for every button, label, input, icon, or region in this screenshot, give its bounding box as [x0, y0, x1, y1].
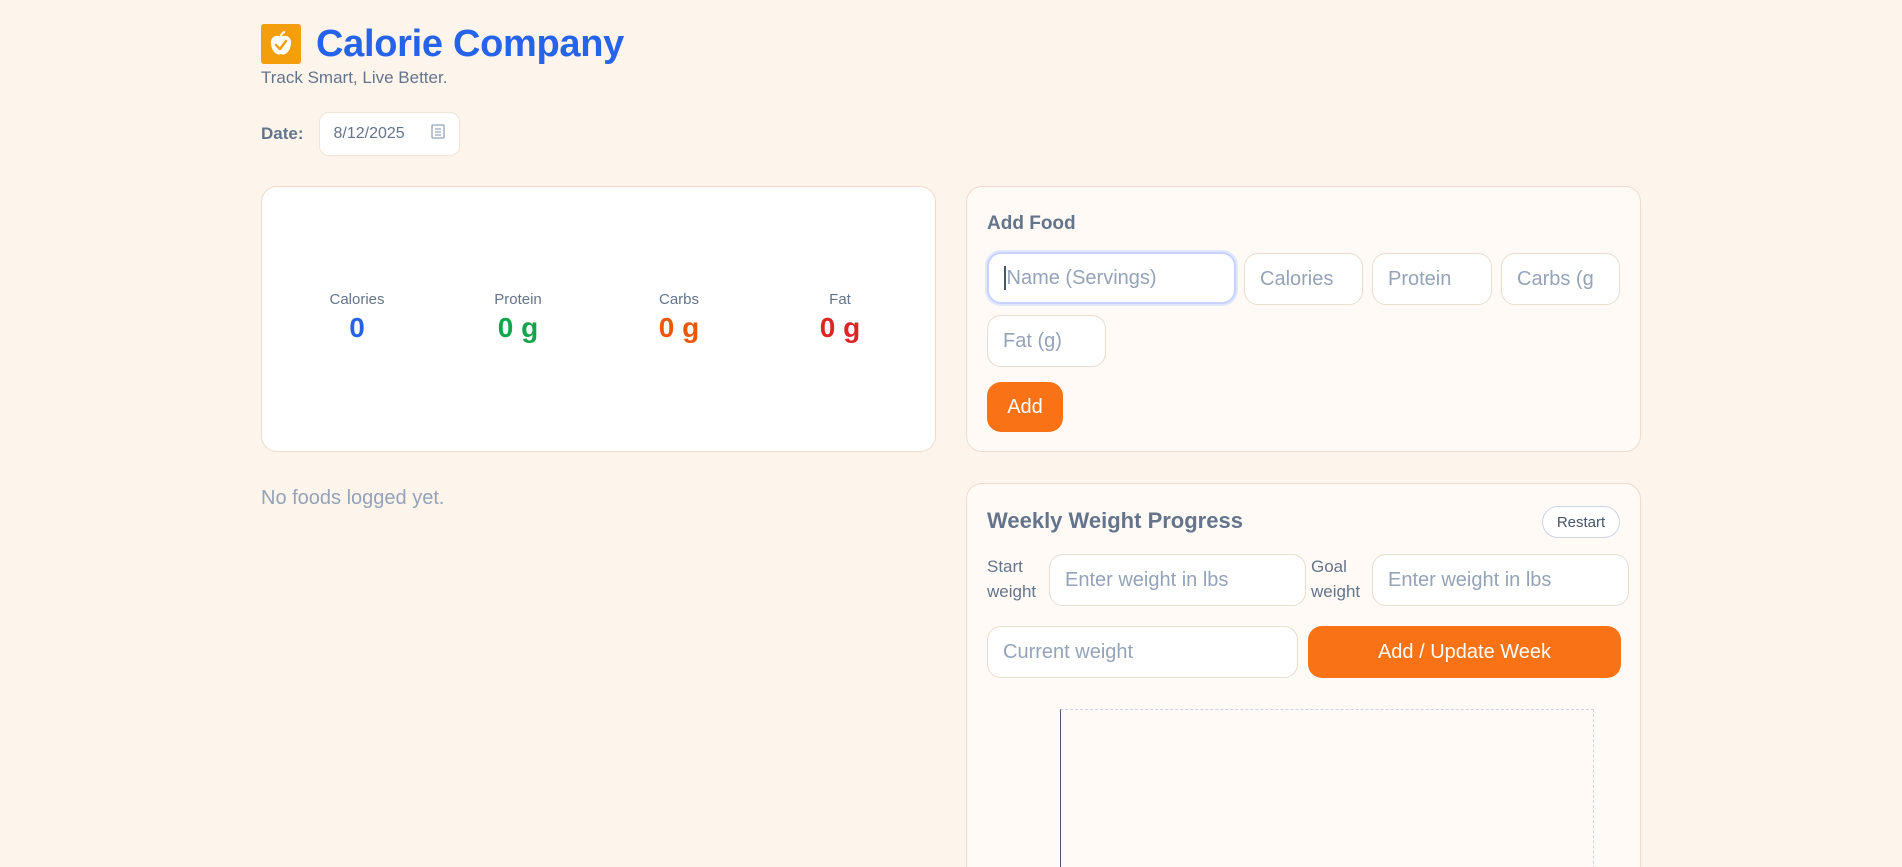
protein-input[interactable]: Protein	[1372, 253, 1492, 305]
weight-progress-card: Weekly Weight Progress Restart Start wei…	[966, 483, 1641, 867]
restart-button[interactable]: Restart	[1542, 506, 1620, 538]
protein-value: 0 g	[497, 312, 539, 343]
fat-summary: Fat 0 g	[820, 291, 860, 344]
carbs-value: 0 g	[658, 312, 700, 343]
protein-placeholder: Protein	[1388, 267, 1452, 290]
calories-label: Calories	[329, 291, 385, 308]
goal-weight-label: Goal weight	[1311, 554, 1360, 604]
add-food-title: Add Food	[987, 213, 1076, 234]
protein-summary: Protein 0 g	[494, 291, 542, 344]
weight-progress-title: Weekly Weight Progress	[987, 508, 1243, 533]
calendar-icon[interactable]	[430, 124, 445, 144]
fat-label: Fat	[829, 291, 851, 308]
goal-weight-label-line2: weight	[1311, 582, 1361, 601]
start-weight-label-line1: Start	[987, 557, 1023, 576]
goal-weight-input[interactable]: Enter weight in lbs	[1372, 554, 1629, 606]
food-name-placeholder: Name (Servings)	[1006, 266, 1157, 289]
apple-check-icon	[261, 24, 301, 64]
protein-label: Protein	[494, 291, 542, 308]
current-weight-placeholder: Current weight	[1003, 640, 1134, 663]
date-input[interactable]: 8/12/2025	[318, 112, 460, 156]
calories-value: 0	[349, 312, 365, 343]
app-title: Calorie Company	[316, 23, 625, 65]
daily-summary-card: Calories 0 Protein 0 g Carbs 0 g Fat 0 g	[261, 186, 936, 452]
goal-weight-placeholder: Enter weight in lbs	[1388, 568, 1552, 591]
goal-weight-label-line1: Goal	[1311, 557, 1347, 576]
start-weight-label-line2: weight	[987, 582, 1037, 601]
calories-placeholder: Calories	[1260, 267, 1334, 290]
fat-placeholder: Fat (g)	[1003, 329, 1062, 352]
date-label: Date:	[261, 124, 304, 143]
empty-food-log-message: No foods logged yet.	[261, 487, 445, 509]
start-weight-input[interactable]: Enter weight in lbs	[1049, 554, 1306, 606]
calories-summary: Calories 0	[329, 291, 384, 344]
date-row: Date: 8/12/2025	[261, 112, 460, 156]
add-food-card: Add Food Name (Servings) Calories Protei…	[966, 186, 1641, 452]
calories-input[interactable]: Calories	[1244, 253, 1363, 305]
add-update-week-button[interactable]: Add / Update Week	[1308, 626, 1621, 678]
current-weight-input[interactable]: Current weight	[987, 626, 1298, 678]
weight-chart-area	[1060, 709, 1594, 867]
start-weight-label: Start weight	[987, 554, 1036, 604]
date-value: 8/12/2025	[333, 125, 405, 142]
carbs-label: Carbs	[658, 291, 699, 308]
text-caret	[1004, 266, 1006, 290]
brand: Calorie Company	[261, 22, 624, 66]
food-name-input[interactable]: Name (Servings)	[987, 252, 1236, 304]
add-food-button[interactable]: Add	[987, 382, 1063, 432]
carbs-summary: Carbs 0 g	[659, 291, 699, 344]
carbs-input[interactable]: Carbs (g	[1501, 253, 1620, 305]
fat-input[interactable]: Fat (g)	[987, 315, 1106, 367]
carbs-placeholder: Carbs (g	[1517, 267, 1594, 290]
start-weight-placeholder: Enter weight in lbs	[1065, 568, 1229, 591]
fat-value: 0 g	[819, 312, 861, 343]
tagline: Track Smart, Live Better.	[261, 68, 448, 87]
